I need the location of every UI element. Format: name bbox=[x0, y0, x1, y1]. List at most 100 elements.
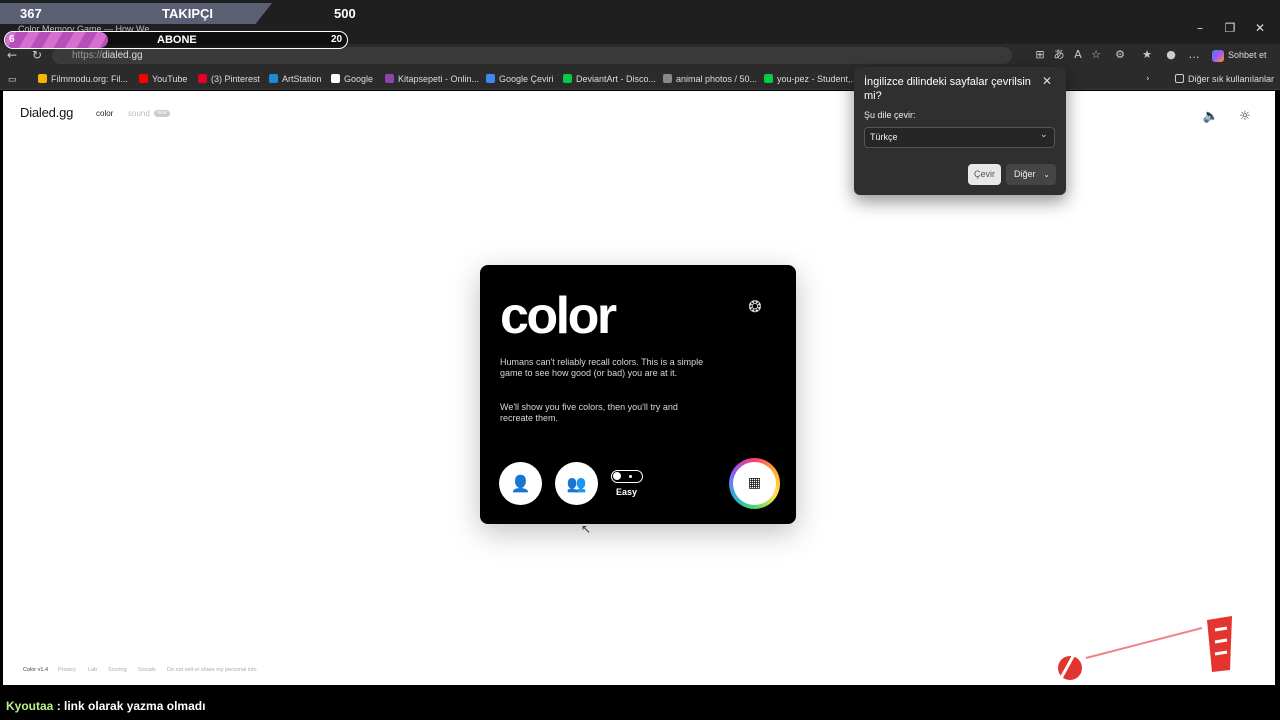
footer-lab[interactable]: Lab bbox=[88, 667, 97, 673]
person-icon: 👤 bbox=[510, 474, 531, 493]
deviantart-icon bbox=[764, 74, 773, 83]
address-bar[interactable] bbox=[52, 47, 1012, 64]
url-scheme: https:// bbox=[72, 50, 103, 61]
chevron-down-icon: ⌄ bbox=[1043, 170, 1050, 179]
single-player-button[interactable]: 👤 bbox=[499, 462, 542, 505]
bookmark-label: you-pez - Student,... bbox=[777, 74, 859, 84]
chat-text: : link olarak yazma olmadı bbox=[56, 699, 206, 713]
bookmark-label: Kitapsepeti - Onlin... bbox=[398, 74, 480, 84]
mouse-cursor-icon: ↖ bbox=[581, 522, 592, 536]
toggle-dot bbox=[629, 475, 632, 478]
difficulty-toggle[interactable] bbox=[611, 470, 643, 483]
footer-do-not-sell[interactable]: Do not sell or share my personal info bbox=[167, 667, 257, 673]
bookmark-label: (3) Pinterest bbox=[211, 74, 261, 84]
profile-avatar[interactable]: ● bbox=[1163, 47, 1179, 63]
close-window-icon[interactable]: ✕ bbox=[1250, 18, 1270, 38]
bookmark-label: Google Çeviri bbox=[499, 74, 554, 84]
pinterest-icon bbox=[198, 74, 207, 83]
artstation-icon bbox=[269, 74, 278, 83]
game-title: color bbox=[500, 287, 617, 345]
laurel-icon[interactable]: ❂ bbox=[745, 297, 765, 317]
google-icon bbox=[331, 74, 340, 83]
bookmark-item[interactable]: Filmmodu.org: Fil... bbox=[38, 72, 128, 86]
bookmark-item[interactable]: Google bbox=[331, 72, 373, 86]
youtube-icon bbox=[139, 74, 148, 83]
footer-privacy[interactable]: Privacy bbox=[58, 667, 76, 673]
close-icon[interactable]: ✕ bbox=[1040, 74, 1054, 88]
footer-scoring[interactable]: Scoring bbox=[108, 667, 127, 673]
bookmarks-menu-icon[interactable]: ▭ bbox=[8, 72, 17, 86]
restore-icon[interactable]: ❐ bbox=[1220, 18, 1240, 38]
toggle-knob bbox=[613, 472, 621, 480]
bookmark-label: animal photos / 50... bbox=[676, 74, 758, 84]
calendar-icon: ▦ bbox=[747, 475, 762, 491]
bookmark-label: YouTube bbox=[152, 74, 188, 84]
bookmark-item[interactable]: YouTube bbox=[139, 72, 187, 86]
reload-icon[interactable]: ↻ bbox=[29, 47, 45, 63]
more-menu-icon[interactable]: … bbox=[1186, 47, 1202, 63]
apps-icon[interactable]: ⊞ bbox=[1032, 47, 1048, 63]
new-badge: new bbox=[154, 110, 170, 117]
other-bookmarks-label: Diğer sık kullanılanlar bbox=[1188, 74, 1275, 84]
copilot-button[interactable]: Sohbet et bbox=[1212, 47, 1276, 63]
translate-icon[interactable]: あ bbox=[1051, 47, 1067, 63]
favorite-star-icon[interactable]: ☆ bbox=[1088, 47, 1104, 63]
bookmark-item[interactable]: ArtStation bbox=[269, 72, 322, 86]
sun-icon[interactable]: ☼ bbox=[1236, 108, 1254, 126]
bookmark-label: Google bbox=[344, 74, 374, 84]
daily-challenge-button[interactable]: ▦ bbox=[733, 462, 776, 505]
subs-label: ABONE bbox=[157, 34, 197, 46]
back-arrow-icon[interactable]: ← bbox=[4, 47, 20, 63]
copilot-label: Sohbet et bbox=[1228, 50, 1267, 60]
bookmark-item[interactable]: DeviantArt - Disco... bbox=[563, 72, 656, 86]
bookmark-label: DeviantArt - Disco... bbox=[576, 74, 657, 84]
subs-progress-fill bbox=[5, 32, 108, 48]
language-select-value[interactable]: Türkçe bbox=[870, 132, 898, 142]
bookmark-item[interactable]: Google Çeviri bbox=[486, 72, 554, 86]
nav-sound[interactable]: sound bbox=[128, 109, 150, 118]
subs-goal: 20 bbox=[331, 34, 343, 45]
url-host: dialed.gg bbox=[102, 50, 143, 61]
multiplayer-button[interactable]: 👥 bbox=[555, 462, 598, 505]
game-description: Humans can't reliably recall colors. Thi… bbox=[500, 357, 704, 378]
followers-label: TAKIPÇI bbox=[162, 6, 214, 21]
chat-username: Kyoutaa bbox=[6, 699, 54, 713]
speaker-icon[interactable]: 🔈 bbox=[1202, 108, 1220, 126]
url-text[interactable]: https://dialed.gg bbox=[72, 49, 143, 63]
more-options-label: Diğer bbox=[1014, 169, 1036, 179]
nav-color[interactable]: color bbox=[96, 109, 113, 118]
copilot-icon bbox=[1212, 49, 1224, 62]
site-logo[interactable]: Dialed.gg bbox=[20, 105, 73, 120]
bookmark-label: ArtStation bbox=[282, 74, 322, 84]
read-aloud-icon[interactable]: A bbox=[1070, 47, 1086, 63]
deviantart-icon bbox=[563, 74, 572, 83]
difficulty-label: Easy bbox=[616, 487, 638, 497]
chat-message: Kyoutaa : link olarak yazma olmadı bbox=[6, 699, 205, 713]
group-icon: 👥 bbox=[566, 474, 587, 493]
translate-button[interactable]: Çevir bbox=[968, 164, 1001, 185]
translate-popup-title: İngilizce dilindeki sayfalar çevrilsin m… bbox=[864, 76, 1031, 102]
footer-version: Color v1.4 bbox=[23, 667, 49, 673]
bookmark-label: Filmmodu.org: Fil... bbox=[51, 74, 129, 84]
translate-target-label: Şu dile çevir: bbox=[864, 110, 916, 120]
footer-socials[interactable]: Socials bbox=[138, 667, 156, 673]
extensions-icon[interactable]: ⚙ bbox=[1112, 47, 1128, 63]
favorites-icon[interactable]: ★ bbox=[1139, 47, 1155, 63]
more-options-button[interactable]: Diğer ⌄ bbox=[1006, 164, 1056, 185]
followers-goal: 500 bbox=[334, 6, 356, 21]
followers-current: 367 bbox=[20, 6, 42, 21]
bookmark-item[interactable]: you-pez - Student,... bbox=[764, 72, 858, 86]
game-instructions: We'll show you five colors, then you'll … bbox=[500, 402, 678, 423]
other-bookmarks[interactable]: Diğer sık kullanılanlar bbox=[1175, 72, 1274, 86]
minimize-icon[interactable]: – bbox=[1190, 18, 1210, 38]
channel-logo-watermark bbox=[1058, 616, 1232, 681]
google-translate-icon bbox=[486, 74, 495, 83]
kitapsepeti-icon bbox=[385, 74, 394, 83]
bookmark-item[interactable]: animal photos / 50... bbox=[663, 72, 757, 86]
chevron-down-icon[interactable]: ⌄ bbox=[1040, 130, 1048, 140]
bookmark-item[interactable]: (3) Pinterest bbox=[198, 72, 260, 86]
bookmark-item[interactable]: Kitapsepeti - Onlin... bbox=[385, 72, 479, 86]
filmmodu-icon bbox=[38, 74, 47, 83]
chevron-right-icon[interactable]: › bbox=[1146, 72, 1150, 86]
subs-current: 6 bbox=[9, 34, 15, 45]
